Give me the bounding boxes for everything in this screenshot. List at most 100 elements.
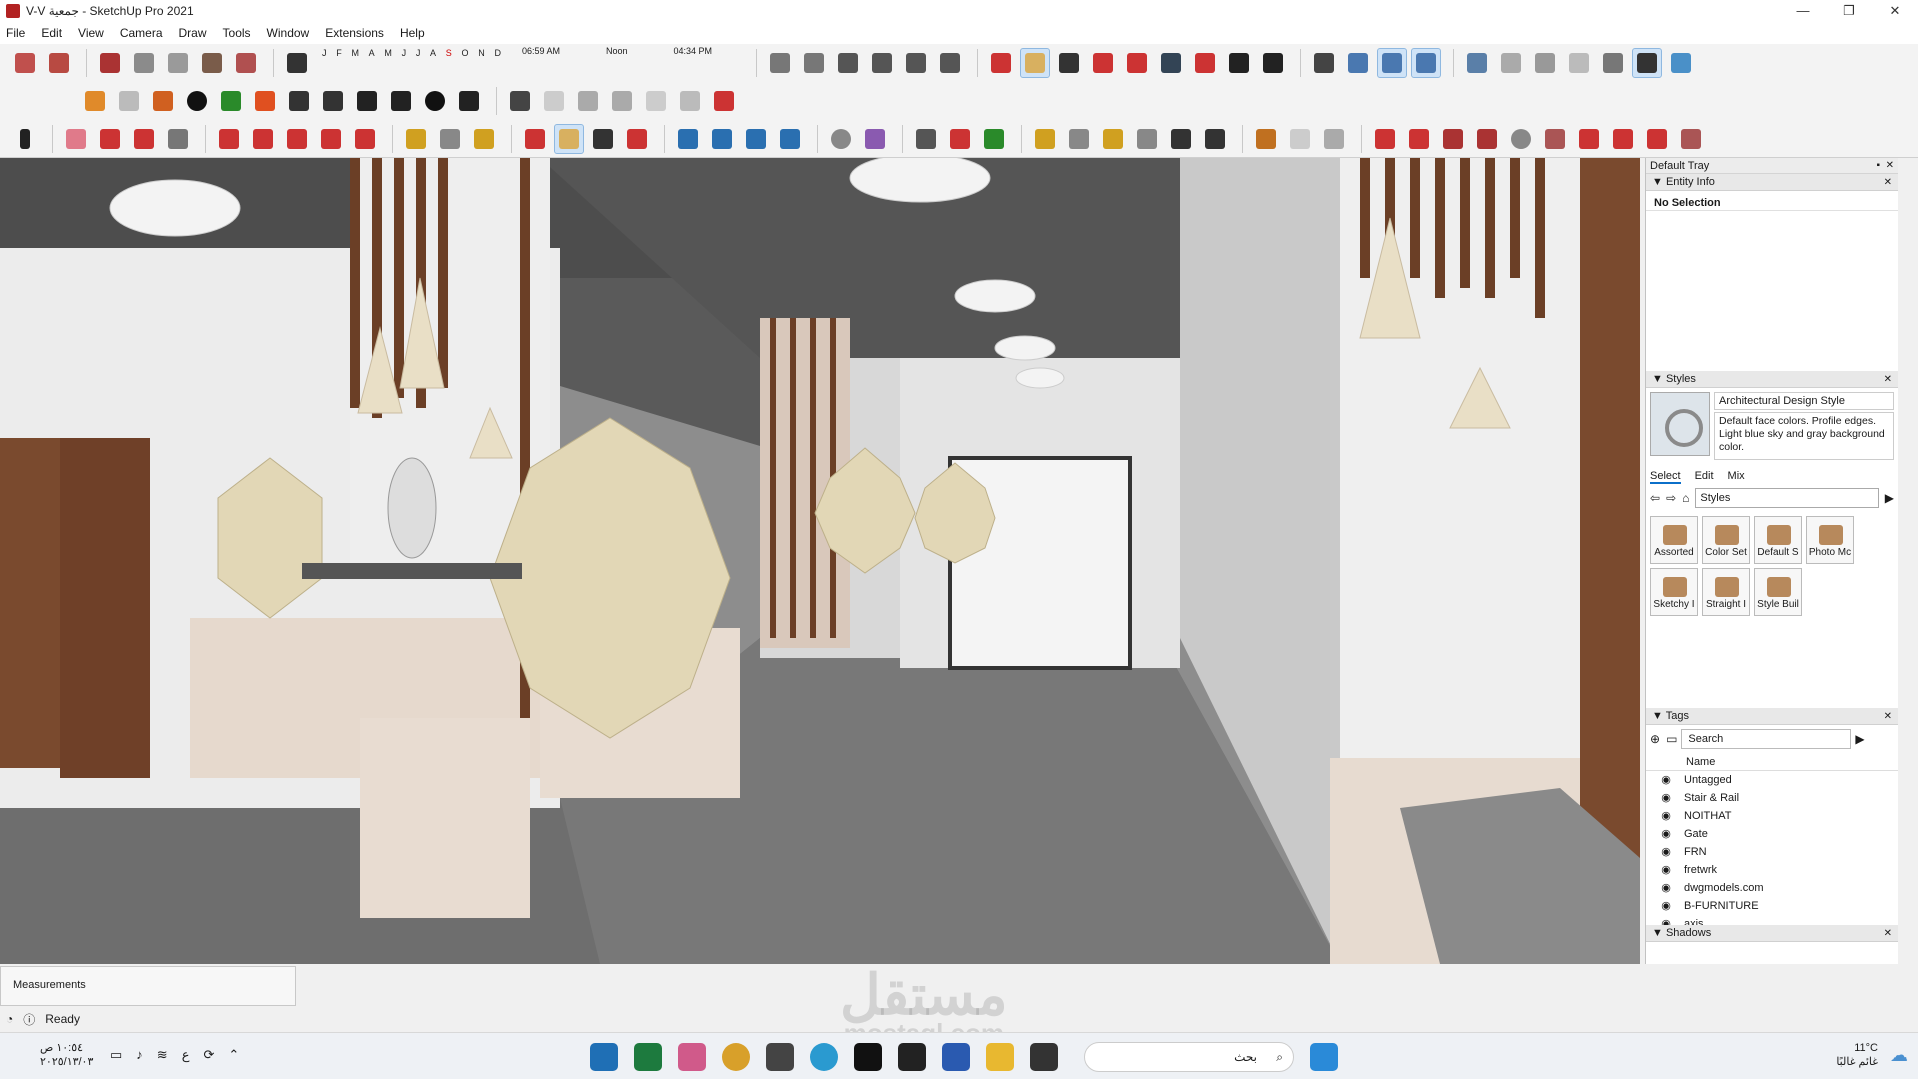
dropbox-app-icon[interactable] [898, 1043, 926, 1071]
pan-button[interactable] [1020, 48, 1050, 78]
close-panel-icon[interactable]: ✕ [1884, 174, 1892, 191]
tab-edit[interactable]: Edit [1695, 470, 1714, 484]
taskbar-search-input[interactable]: بحث ⌕ [1084, 1042, 1294, 1072]
tag-row[interactable]: ◉ NOITHAT [1646, 807, 1898, 825]
menu-help[interactable]: Help [400, 26, 425, 40]
style-folder-item[interactable]: Color Set [1702, 516, 1750, 564]
delete-scene-icon[interactable] [709, 86, 739, 116]
sync-icon[interactable]: ⟳ [203, 1047, 214, 1063]
arc-icon[interactable] [129, 124, 159, 154]
hidden-line-button[interactable] [1564, 48, 1594, 78]
tag-row[interactable]: ◉ B-FURNITURE [1646, 897, 1898, 915]
tags-column-header[interactable]: Name [1646, 753, 1898, 771]
add-icon[interactable] [182, 86, 212, 116]
shaded-button[interactable] [1377, 48, 1407, 78]
layers-2-icon[interactable] [741, 124, 771, 154]
textured-style-button[interactable] [1632, 48, 1662, 78]
close-tray-icon[interactable]: ✕ [1886, 158, 1894, 174]
details-arrow-icon[interactable]: ▶ [1885, 491, 1894, 505]
layers-icon[interactable] [707, 124, 737, 154]
stairs-icon[interactable] [1319, 124, 1349, 154]
smoove-button[interactable] [163, 48, 193, 78]
zoom-icon[interactable] [588, 124, 618, 154]
freehand-icon[interactable] [1404, 124, 1434, 154]
rotate-icon[interactable] [316, 124, 346, 154]
eye-icon[interactable]: ◉ [1660, 897, 1672, 915]
pie-icon[interactable] [1676, 124, 1706, 154]
scene-icon[interactable] [641, 86, 671, 116]
protractor-icon[interactable] [1098, 124, 1128, 154]
pan-hand-icon[interactable] [554, 123, 584, 154]
tags-search-input[interactable]: Search [1681, 729, 1852, 749]
shaded-style-button[interactable] [1598, 48, 1628, 78]
walk-button[interactable] [1258, 48, 1288, 78]
pin-icon[interactable]: ▪ [1876, 158, 1880, 174]
chart-icon[interactable] [250, 86, 280, 116]
wifi-icon[interactable]: ≋ [157, 1047, 168, 1063]
menu-tools[interactable]: Tools [223, 26, 251, 40]
previous-view-button[interactable] [1156, 48, 1186, 78]
follow-me-icon[interactable] [248, 124, 278, 154]
wireframe-button[interactable] [1530, 48, 1560, 78]
dimension-icon[interactable] [1064, 124, 1094, 154]
tag-row[interactable]: ◉ Untagged [1646, 771, 1898, 789]
styles-header[interactable]: ▼ Styles ✕ [1646, 371, 1898, 388]
store-app-icon[interactable] [942, 1043, 970, 1071]
xray-face-button[interactable] [1462, 48, 1492, 78]
menu-window[interactable]: Window [267, 26, 310, 40]
geo-location-icon[interactable]: ◔ [6, 1012, 13, 1026]
zoom-extents-icon[interactable] [622, 124, 652, 154]
style-folder-item[interactable]: Straight I [1702, 568, 1750, 616]
system-clock[interactable]: ١٠:٥٤ ص ٢٠٢٥/١٣/٠٣ [40, 1041, 93, 1069]
snipping-tool-icon[interactable] [678, 1043, 706, 1071]
battery-icon[interactable]: ▭ [110, 1047, 122, 1063]
tag-row[interactable]: ◉ dwgmodels.com [1646, 879, 1898, 897]
eye-icon[interactable]: ◉ [1660, 879, 1672, 897]
label-text-icon[interactable] [1132, 124, 1162, 154]
tag-row[interactable]: ◉ axis [1646, 915, 1898, 925]
zoom-extents-button[interactable] [1122, 48, 1152, 78]
style-folder-item[interactable]: Assorted [1650, 516, 1698, 564]
arc-tool-icon[interactable] [1574, 124, 1604, 154]
eye-icon[interactable]: ◉ [1660, 771, 1672, 789]
union-icon[interactable] [945, 124, 975, 154]
paint-bucket-icon[interactable] [469, 124, 499, 154]
scene-2-icon[interactable] [675, 86, 705, 116]
display-shadows-button[interactable] [282, 48, 312, 78]
scale-icon[interactable] [350, 124, 380, 154]
camera-2-icon[interactable] [607, 86, 637, 116]
warehouse-icon[interactable] [673, 124, 703, 154]
close-panel-icon[interactable]: ✕ [1884, 925, 1892, 942]
zoom-button[interactable] [1054, 48, 1084, 78]
style-folder-item[interactable]: Default S [1754, 516, 1802, 564]
tags-header[interactable]: ▼ Tags ✕ [1646, 708, 1898, 725]
disabled-tool-icon[interactable] [539, 86, 569, 116]
volume-icon[interactable]: ♪ [136, 1047, 143, 1063]
back-edges-button[interactable] [1496, 48, 1526, 78]
circle-icon[interactable] [1506, 124, 1536, 154]
reload-icon[interactable] [114, 86, 144, 116]
user-icon[interactable] [454, 86, 484, 116]
details-arrow-icon[interactable]: ▶ [1855, 732, 1864, 746]
shadows-header[interactable]: ▼ Shadows ✕ [1646, 925, 1898, 942]
rect-tool-icon[interactable] [1438, 124, 1468, 154]
front-view-button[interactable] [833, 48, 863, 78]
notion-app-icon[interactable] [854, 1043, 882, 1071]
pencil-line-icon[interactable] [95, 124, 125, 154]
mail-icon[interactable] [386, 86, 416, 116]
calculator-app-icon[interactable] [766, 1043, 794, 1071]
terminal-app-icon[interactable] [1030, 1043, 1058, 1071]
info-circle-icon[interactable]: ⓘ [23, 1011, 35, 1028]
info-icon[interactable] [420, 86, 450, 116]
style-name-field[interactable]: Architectural Design Style [1714, 392, 1894, 410]
axes-icon[interactable] [1166, 124, 1196, 154]
tape-measure-icon[interactable] [401, 124, 431, 154]
chrome-app-icon[interactable] [722, 1043, 750, 1071]
eraser-icon[interactable] [61, 124, 91, 154]
excel-app-icon[interactable] [634, 1043, 662, 1071]
close-panel-icon[interactable]: ✕ [1884, 708, 1892, 725]
windows-start-icon[interactable] [1310, 1043, 1338, 1071]
tag-row[interactable]: ◉ fretwrk [1646, 861, 1898, 879]
rotated-rect-icon[interactable] [1472, 124, 1502, 154]
solid-tools-icon[interactable] [911, 124, 941, 154]
